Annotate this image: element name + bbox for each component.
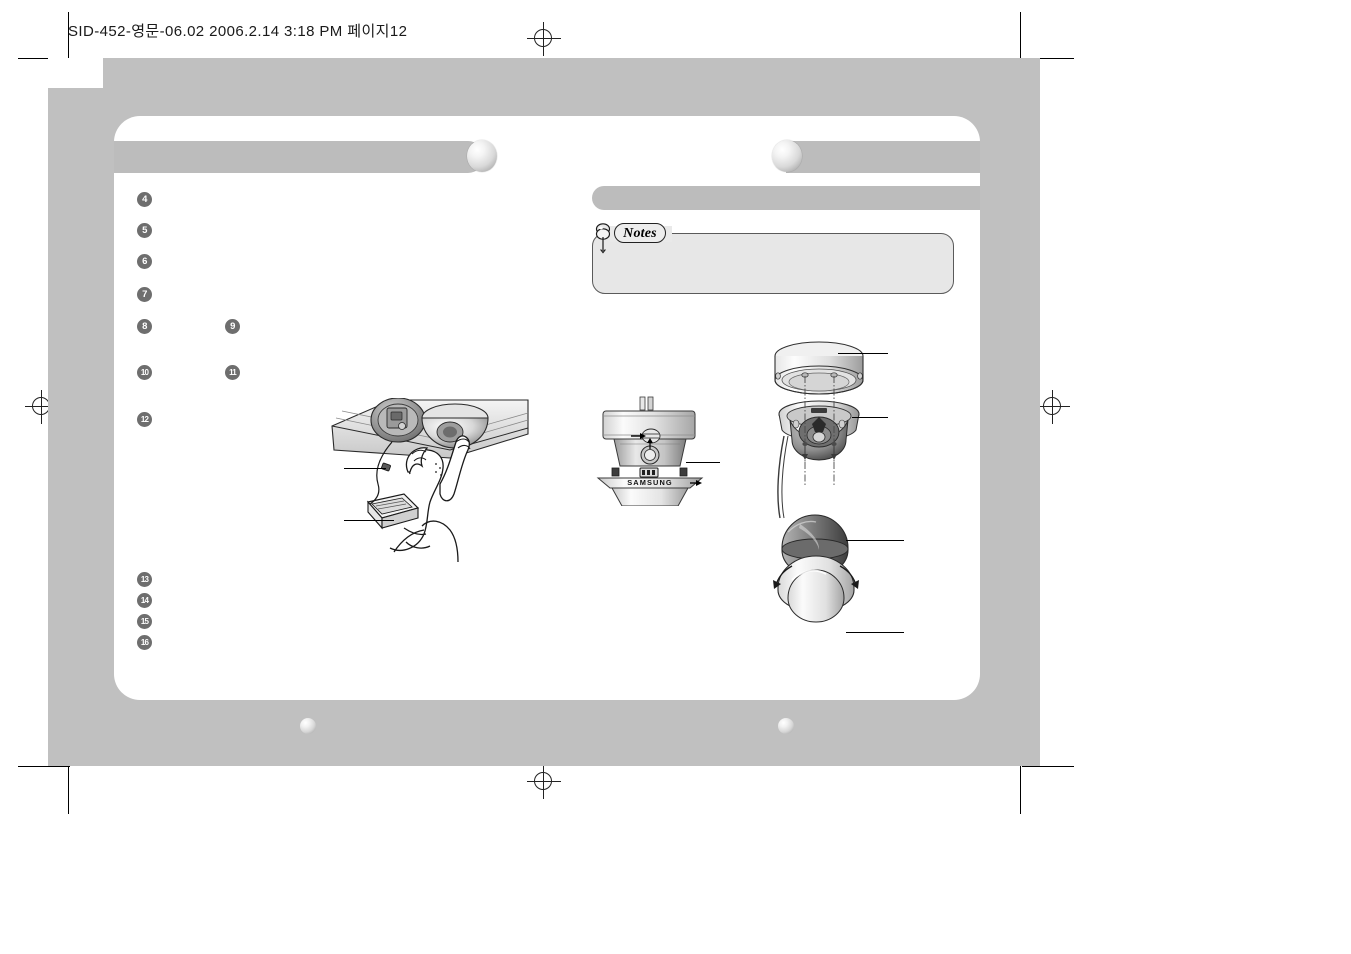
step-bullet-7: 7 <box>137 287 152 302</box>
crop-mark-bottom-left-horizontal <box>18 766 70 767</box>
install-scene-callout-line-1 <box>344 468 386 470</box>
notes-callout-box: Notes <box>592 222 954 294</box>
notes-label-pill: Notes <box>614 223 666 243</box>
manual-page: SID-452-영문-06.02 2006.2.14 3:18 PM 페이지12 <box>0 0 1351 954</box>
sub-header-bar <box>592 186 980 210</box>
section-header-sphere-left <box>467 140 497 172</box>
section-header-bar-left <box>114 141 484 173</box>
registration-mark-top <box>527 22 561 56</box>
section-header-bar-right <box>786 141 980 173</box>
exploded-callout-line-1 <box>838 353 888 355</box>
notes-label-text: Notes <box>623 226 657 241</box>
step-bullet-8: 8 <box>137 319 152 334</box>
figure-camera-exploded-assembly <box>762 336 904 646</box>
print-job-header: SID-452-영문-06.02 2006.2.14 3:18 PM 페이지12 <box>68 23 408 40</box>
step-bullet-13: 13 <box>137 572 152 587</box>
step-bullet-9: 9 <box>225 319 240 334</box>
step-bullet-6: 6 <box>137 254 152 269</box>
figure-installation-scene <box>330 397 530 588</box>
step-bullet-5: 5 <box>137 223 152 238</box>
step-bullet-14: 14 <box>137 593 152 608</box>
exploded-callout-line-3 <box>846 540 904 542</box>
page-plate-corner-notch <box>48 58 103 88</box>
step-bullet-15: 15 <box>137 614 152 629</box>
exploded-callout-line-4 <box>846 632 904 634</box>
step-bullet-12: 12 <box>137 412 152 427</box>
step-bullet-10: 10 <box>137 365 152 380</box>
step-bullet-4: 4 <box>137 192 152 207</box>
step-bullet-16: 16 <box>137 635 152 650</box>
registration-mark-bottom <box>527 765 561 799</box>
samsung-brand-label: SAMSUNG <box>627 478 672 487</box>
install-scene-callout-line-2 <box>344 520 394 522</box>
plate-decor-sphere-left <box>300 718 316 734</box>
registration-mark-right <box>1036 390 1070 424</box>
step-bullet-11: 11 <box>225 365 240 380</box>
crop-mark-bottom-right-horizontal <box>1022 766 1074 767</box>
plate-decor-sphere-right <box>778 718 794 734</box>
exploded-callout-line-2 <box>852 417 888 419</box>
section-header-sphere-right <box>772 140 802 172</box>
figure-camera-front-view: SAMSUNG <box>590 396 720 507</box>
camera-front-callout-line-1 <box>686 462 720 464</box>
